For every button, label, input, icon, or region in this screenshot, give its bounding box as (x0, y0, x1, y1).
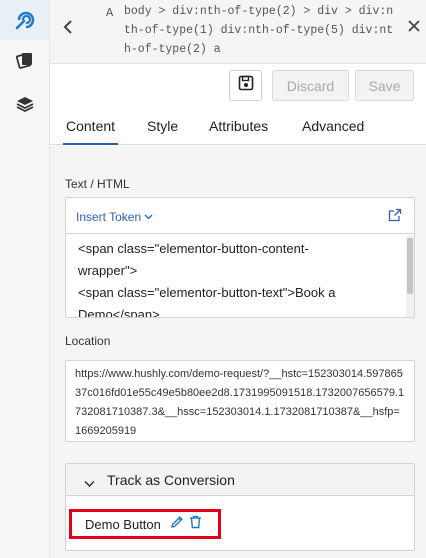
html-line: <span class="elementor-button-text">Book… (78, 285, 336, 300)
back-button[interactable] (56, 14, 80, 44)
html-line: Demo</span> (78, 307, 160, 318)
conversion-name: Demo Button (85, 516, 161, 532)
hushly-logo-icon (14, 9, 36, 31)
pencil-icon[interactable] (170, 515, 184, 534)
left-rail (0, 0, 50, 558)
html-editor[interactable]: Insert Token <span class="elementor-butt… (65, 197, 415, 318)
chevron-down-icon (84, 475, 95, 493)
location-label: Location (65, 334, 111, 348)
open-external-icon[interactable] (388, 208, 404, 224)
tab-style[interactable]: Style (147, 118, 178, 134)
save-draft-button[interactable] (229, 70, 262, 101)
insert-token-dropdown[interactable]: Insert Token (76, 209, 153, 224)
text-html-label: Text / HTML (65, 177, 130, 191)
rail-cards-button[interactable] (0, 40, 49, 80)
tab-attributes[interactable]: Attributes (209, 118, 268, 134)
insert-token-label: Insert Token (76, 210, 142, 224)
html-editor-scroll-thumb[interactable] (407, 238, 413, 294)
html-editor-toolbar: Insert Token (66, 198, 414, 234)
tab-bar: Content Style Attributes Advanced (50, 108, 426, 145)
tab-advanced[interactable]: Advanced (302, 118, 364, 134)
selector-header: A body > div:nth-of-type(2) > div > div:… (50, 0, 426, 64)
rail-hushly-button[interactable] (0, 0, 49, 40)
floppy-disk-icon (238, 75, 254, 96)
chevron-left-icon (63, 19, 73, 40)
selector-element-type: A (106, 6, 114, 20)
conversion-item: Demo Button (69, 509, 221, 539)
html-content-text[interactable]: <span class="elementor-button-content- w… (78, 238, 396, 318)
cards-icon (15, 50, 35, 70)
track-conversion-header[interactable]: Track as Conversion (66, 464, 414, 496)
track-conversion-section: Track as Conversion Demo Button (65, 463, 415, 551)
track-conversion-title: Track as Conversion (107, 472, 235, 488)
selector-path: body > div:nth-of-type(2) > div > div:nt… (124, 5, 394, 56)
html-line: <span class="elementor-button-content- (78, 241, 309, 256)
close-icon (408, 19, 420, 37)
trash-icon[interactable] (189, 515, 202, 534)
chevron-down-icon (144, 209, 153, 223)
location-url-field[interactable]: https://www.hushly.com/demo-request/?__h… (65, 360, 415, 442)
close-button[interactable] (404, 18, 424, 38)
discard-button[interactable]: Discard (272, 70, 349, 101)
rail-layers-button[interactable] (0, 84, 49, 124)
html-line: wrapper"> (78, 263, 138, 278)
tab-content[interactable]: Content (62, 118, 119, 145)
save-button[interactable]: Save (355, 70, 414, 101)
layers-icon (15, 94, 35, 114)
